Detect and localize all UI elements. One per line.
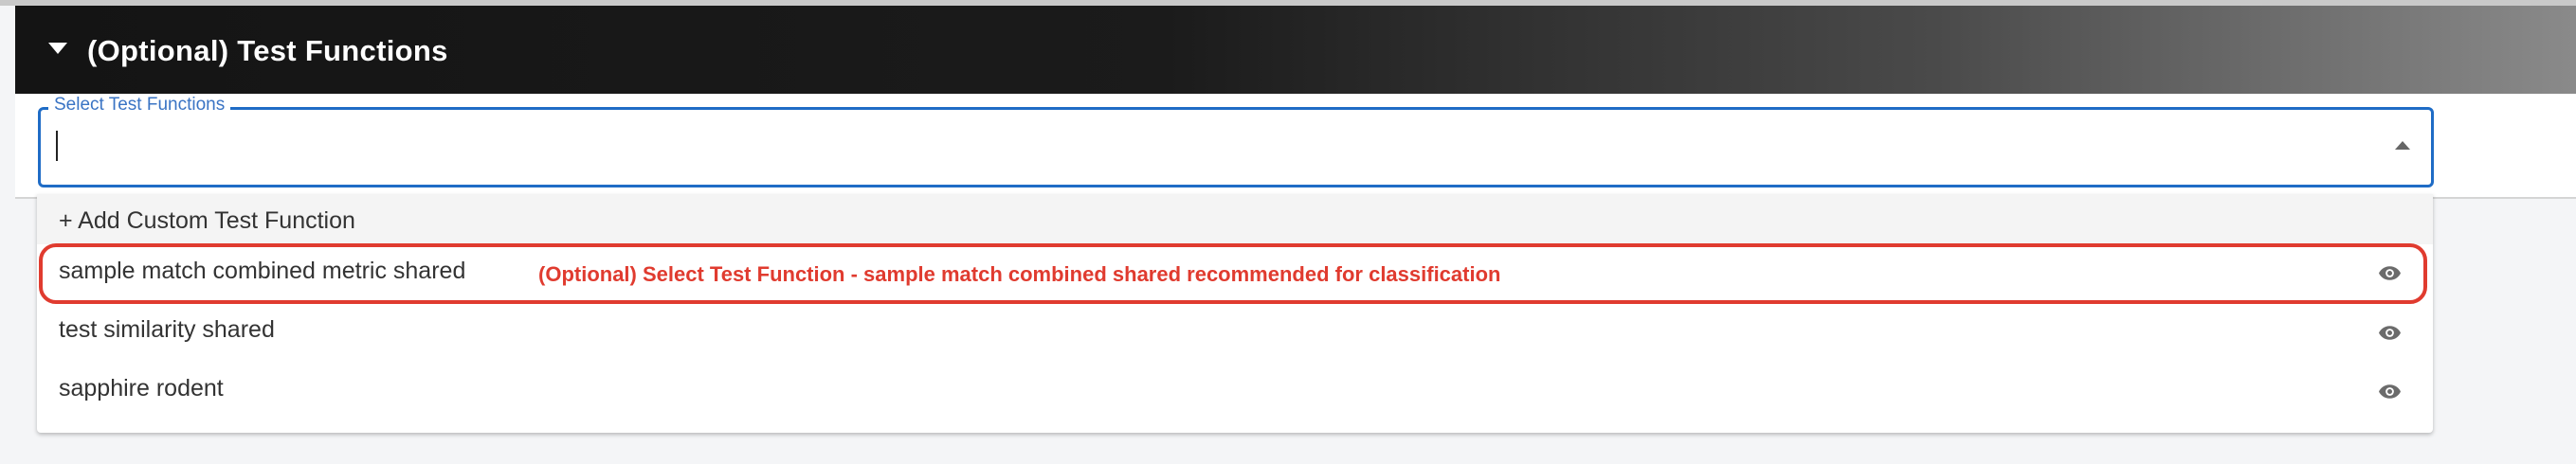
select-label: Select Test Functions bbox=[48, 96, 231, 115]
collapse-caret-icon[interactable] bbox=[48, 43, 67, 54]
section-title: (Optional) Test Functions bbox=[87, 34, 448, 67]
dropdown-arrow-up-icon[interactable] bbox=[2395, 141, 2410, 150]
eye-icon[interactable] bbox=[2378, 325, 2402, 341]
option-sapphire-rodent[interactable]: sapphire rodent bbox=[59, 375, 224, 402]
annotation-text: (Optional) Select Test Function - sample… bbox=[538, 262, 1501, 286]
add-custom-test-function-option[interactable] bbox=[37, 194, 2433, 244]
eye-icon[interactable] bbox=[2378, 384, 2402, 400]
test-functions-select[interactable] bbox=[38, 107, 2434, 187]
add-custom-label[interactable]: + Add Custom Test Function bbox=[59, 207, 355, 235]
option-test-similarity-shared[interactable]: test similarity shared bbox=[59, 316, 275, 344]
text-cursor bbox=[56, 131, 58, 161]
section-header[interactable]: (Optional) Test Functions bbox=[15, 6, 2576, 94]
